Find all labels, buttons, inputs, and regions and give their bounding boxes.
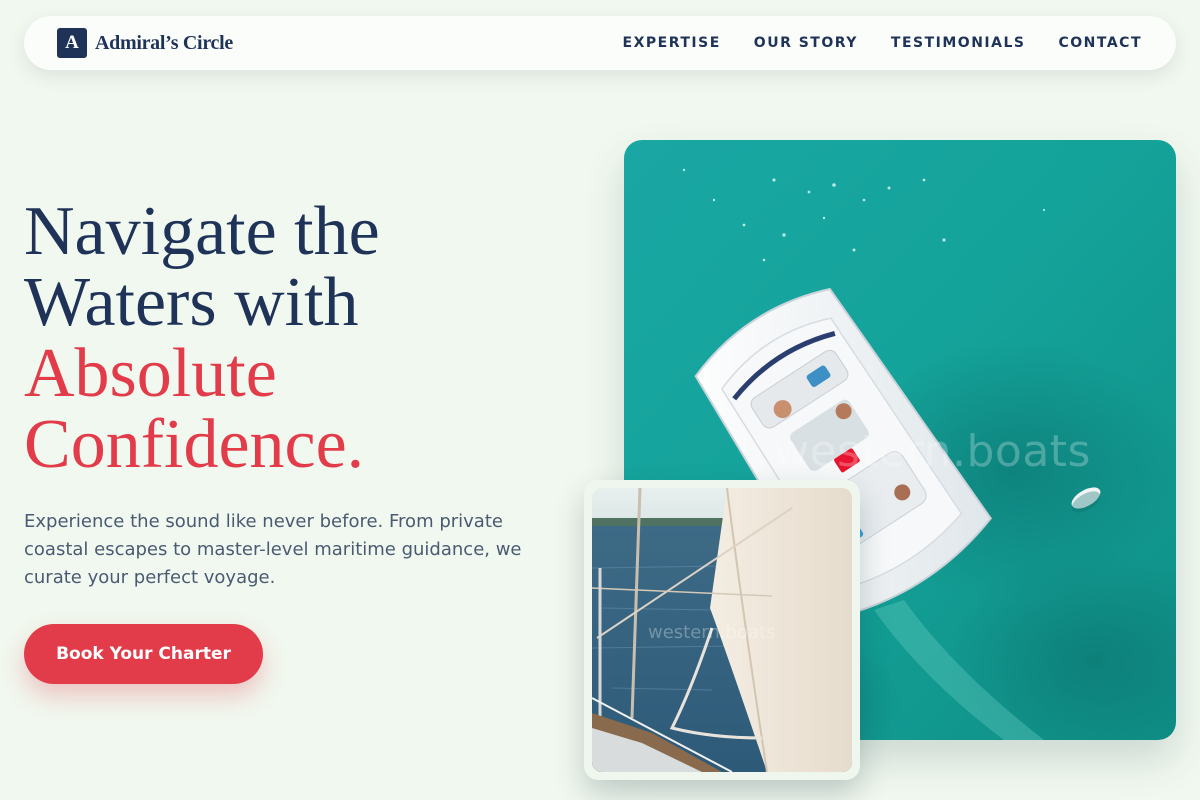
nav-links: EXPERTISE OUR STORY TESTIMONIALS CONTACT xyxy=(590,16,1142,70)
secondary-image-sail xyxy=(592,488,852,772)
book-charter-button[interactable]: Book Your Charter xyxy=(24,624,263,684)
nav-link-contact[interactable]: CONTACT xyxy=(1058,35,1142,51)
headline-accent-line-2: Confidence. xyxy=(24,406,365,483)
brand-name: Admiral’s Circle xyxy=(95,31,233,54)
headline-accent-line-1: Absolute xyxy=(24,335,277,412)
hero-headline: Navigate the Waters with Absolute Confid… xyxy=(24,196,584,480)
nav-link-testimonials[interactable]: TESTIMONIALS xyxy=(891,35,1026,51)
headline-line-2: Waters with xyxy=(24,264,359,341)
logo-mark-icon: A xyxy=(57,28,87,58)
landing-page: A Admiral’s Circle EXPERTISE OUR STORY T… xyxy=(0,0,1200,800)
top-navbar: A Admiral’s Circle EXPERTISE OUR STORY T… xyxy=(24,16,1176,70)
nav-link-expertise[interactable]: EXPERTISE xyxy=(623,35,721,51)
secondary-image-card xyxy=(584,480,860,780)
sail-illustration xyxy=(592,488,852,772)
hero-description: Experience the sound like never before. … xyxy=(24,511,522,588)
brand-logo[interactable]: A Admiral’s Circle xyxy=(57,28,233,58)
nav-link-our-story[interactable]: OUR STORY xyxy=(754,35,858,51)
headline-line-1: Navigate the xyxy=(24,193,380,270)
